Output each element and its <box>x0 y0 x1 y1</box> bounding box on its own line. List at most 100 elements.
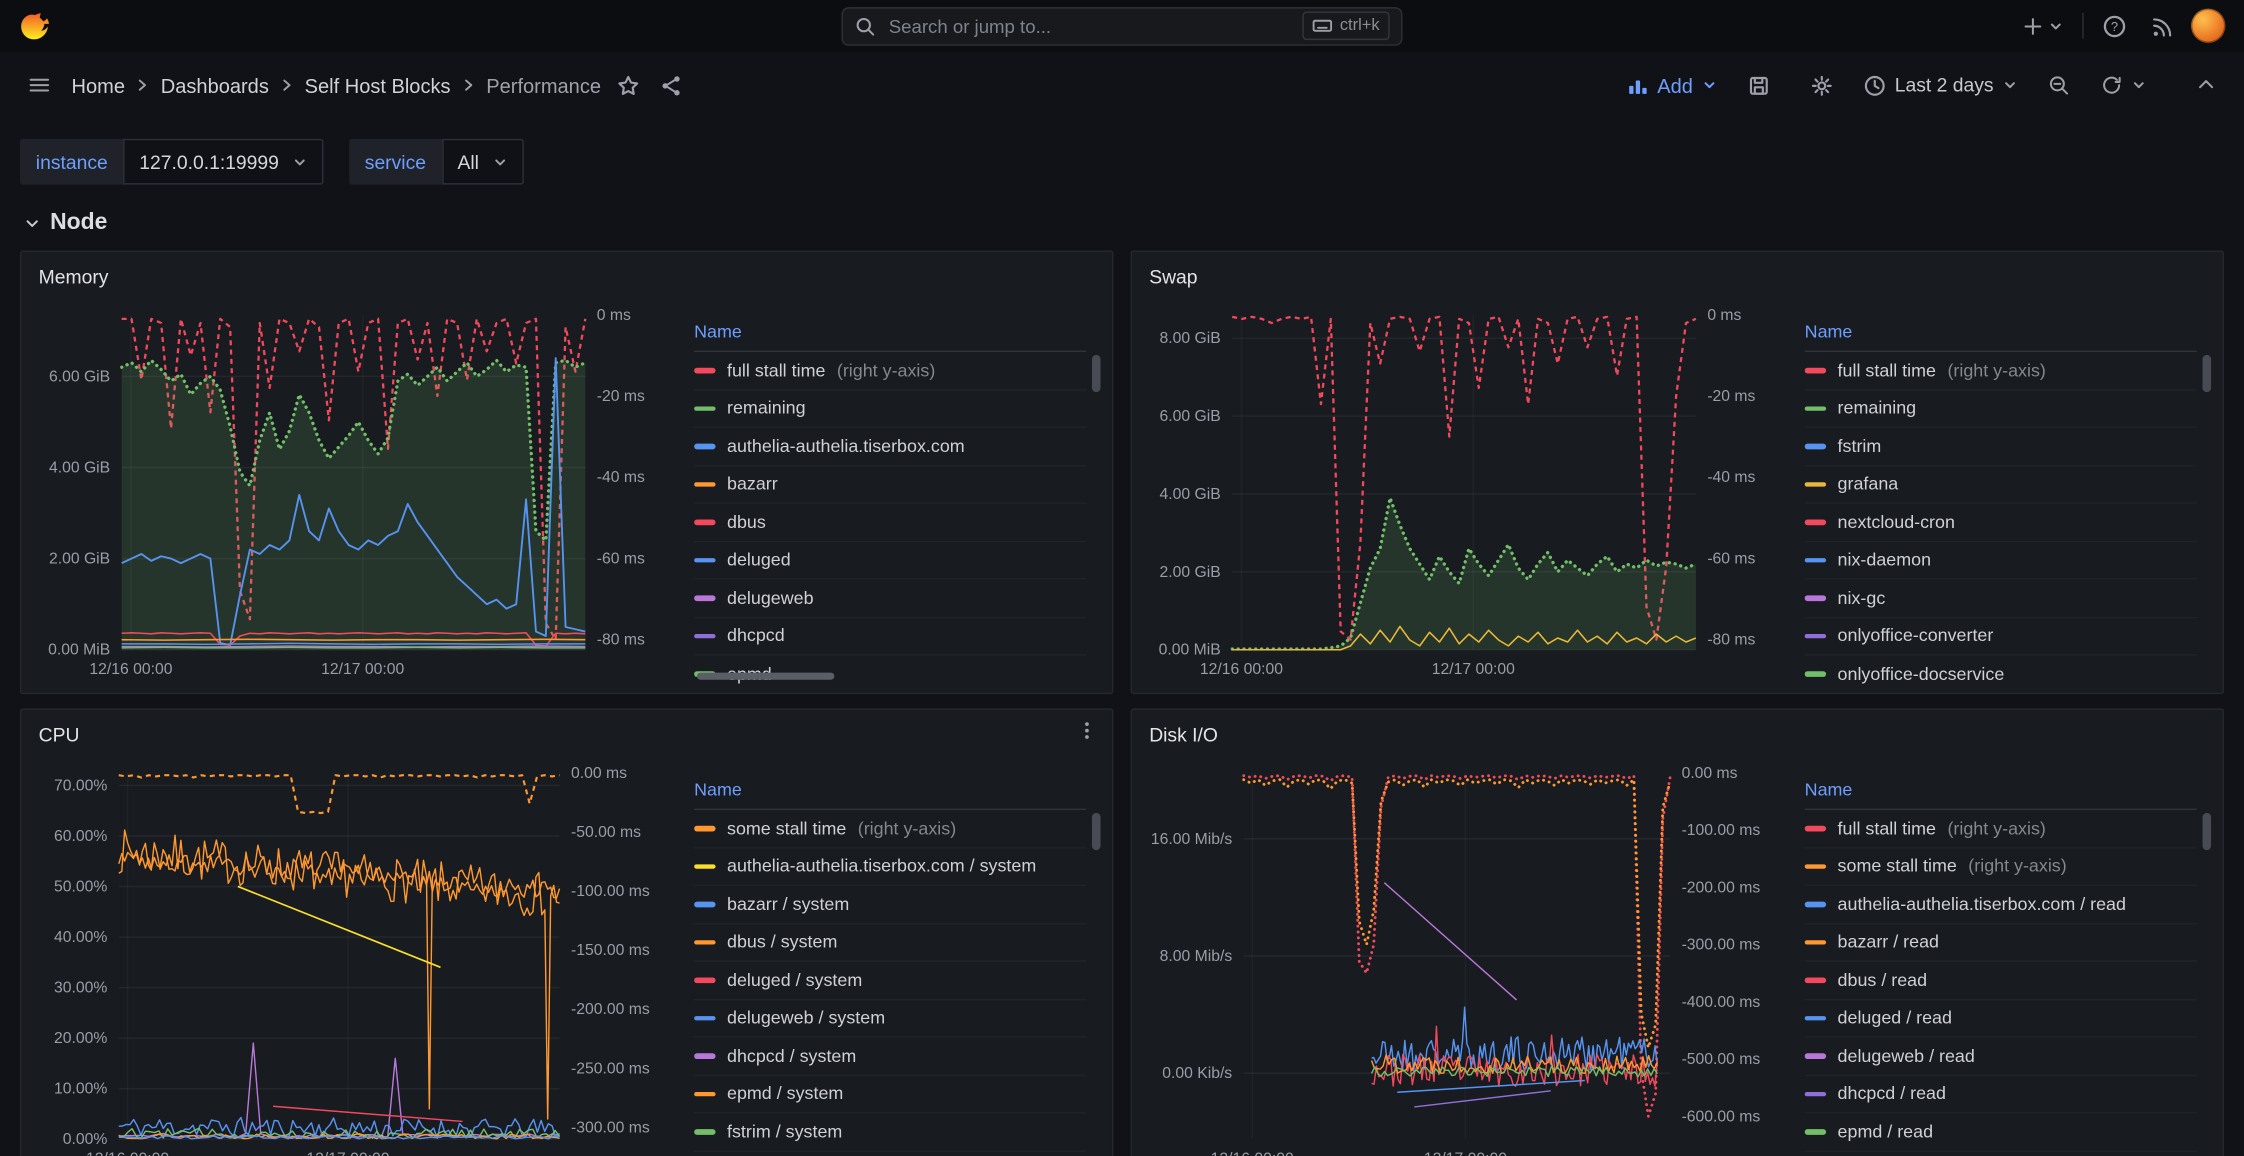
legend-scrollbar[interactable] <box>1092 813 1101 850</box>
chart-disk-io[interactable]: 0.00 Kib/s8.00 Mib/s16.00 Mib/s0.00 ms-1… <box>1146 758 1790 1156</box>
legend-label[interactable]: nix-daemon <box>1838 550 1931 570</box>
legend-label[interactable]: some stall time <box>1838 856 1957 876</box>
panel-menu-button[interactable] <box>1076 720 1097 749</box>
svg-text:-50.00 ms: -50.00 ms <box>571 824 641 841</box>
legend-label[interactable]: bazarr / read <box>1838 932 1939 952</box>
breadcrumb-separator <box>461 76 477 95</box>
legend-swatch <box>1805 368 1826 373</box>
legend-label[interactable]: some stall time <box>727 818 846 838</box>
legend-label[interactable]: nextcloud-cron <box>1838 512 1955 532</box>
legend-scrollbar[interactable] <box>2202 813 2211 850</box>
svg-text:40.00%: 40.00% <box>54 929 107 946</box>
variable-service-label[interactable]: service <box>349 139 442 185</box>
search-input[interactable] <box>886 14 1293 38</box>
chart-series <box>1244 776 1670 1117</box>
svg-text:0.00 ms: 0.00 ms <box>571 765 627 782</box>
legend-label[interactable]: remaining <box>1838 398 1917 418</box>
collapse-toolbar-button[interactable] <box>2184 64 2227 107</box>
save-dashboard-button[interactable] <box>1737 64 1780 107</box>
chart-cpu[interactable]: 0.00%10.00%20.00%30.00%40.00%50.00%60.00… <box>36 758 680 1156</box>
legend-label[interactable]: dbus / system <box>727 932 837 952</box>
row-node-toggle[interactable]: Node <box>23 210 2221 236</box>
chart-svg-swap[interactable]: 0.00 MiB2.00 GiB4.00 GiB6.00 GiB8.00 GiB… <box>1146 301 1790 685</box>
variable-service-value[interactable]: All <box>442 139 524 185</box>
add-panel-button[interactable]: Add <box>1627 74 1717 97</box>
topbar-divider <box>2082 13 2083 39</box>
help-button[interactable]: ? <box>2098 9 2131 42</box>
variable-instance-value[interactable]: 127.0.0.1:19999 <box>124 139 324 185</box>
legend-column-name[interactable]: Name <box>694 779 742 799</box>
panel-title[interactable]: Swap <box>1149 265 1197 286</box>
refresh-button[interactable] <box>2101 74 2147 95</box>
axis-labels: 0.00 Kib/s8.00 Mib/s16.00 Mib/s0.00 ms-1… <box>1151 765 1761 1156</box>
legend-label[interactable]: dbus / read <box>1838 970 1928 990</box>
chart-svg-cpu[interactable]: 0.00%10.00%20.00%30.00%40.00%50.00%60.00… <box>36 758 680 1156</box>
legend-label[interactable]: full stall time <box>727 360 825 380</box>
legend-column-name[interactable]: Name <box>1805 321 1853 341</box>
global-search[interactable]: ctrl+k <box>841 6 1402 45</box>
legend-label[interactable]: delugeweb / read <box>1838 1046 1975 1066</box>
user-avatar[interactable] <box>2191 9 2225 43</box>
legend-label[interactable]: nix-gc <box>1838 588 1886 608</box>
legend-label[interactable]: fstrim <box>1838 436 1882 456</box>
chevron-right-icon <box>135 76 151 95</box>
legend-row: dhcpcd / system <box>694 1038 1086 1076</box>
legend-label[interactable]: bazarr <box>727 474 778 494</box>
legend-label[interactable]: onlyoffice-docservice <box>1838 664 2005 684</box>
legend-swatch <box>1805 633 1826 638</box>
breadcrumb-folder[interactable]: Self Host Blocks <box>305 74 451 97</box>
chart-svg-disk-io[interactable]: 0.00 Kib/s8.00 Mib/s16.00 Mib/s0.00 ms-1… <box>1146 758 1790 1156</box>
legend-label-suffix: (right y-axis) <box>1947 818 2045 838</box>
legend-label[interactable]: authelia-authelia.tiserbox.com / read <box>1838 894 2126 914</box>
breadcrumb-dashboards[interactable]: Dashboards <box>161 74 269 97</box>
legend-label[interactable]: dhcpcd <box>727 626 785 646</box>
new-menu-button[interactable] <box>2018 11 2068 41</box>
legend-label[interactable]: full stall time <box>1838 360 1936 380</box>
legend-label[interactable]: fstrim / system <box>727 1122 842 1142</box>
legend-label[interactable]: authelia-authelia.tiserbox.com / system <box>727 856 1036 876</box>
panel-title[interactable]: Memory <box>39 265 109 286</box>
legend-label[interactable]: authelia-authelia.tiserbox.com <box>727 436 965 456</box>
legend-column-name[interactable]: Name <box>1805 779 1853 799</box>
legend-label[interactable]: epmd / system <box>727 1084 843 1104</box>
legend-label[interactable]: bazarr / system <box>727 894 849 914</box>
legend-label[interactable]: dhcpcd / system <box>727 1046 856 1066</box>
add-label: Add <box>1657 74 1693 97</box>
chart-memory[interactable]: 0.00 MiB2.00 GiB4.00 GiB6.00 GiB0 ms-20 … <box>36 301 680 685</box>
legend-scrollbar[interactable] <box>1092 355 1101 392</box>
legend-label[interactable]: deluged / system <box>727 970 862 990</box>
breadcrumb-home[interactable]: Home <box>72 74 125 97</box>
share-button[interactable] <box>650 64 693 107</box>
zoom-out-button[interactable] <box>2038 64 2081 107</box>
legend-label[interactable]: remaining <box>727 398 806 418</box>
legend-label[interactable]: deluged / read <box>1838 1008 1952 1028</box>
dashboard-settings-button[interactable] <box>1800 64 1843 107</box>
variable-instance-label[interactable]: instance <box>20 139 123 185</box>
chart-svg-memory[interactable]: 0.00 MiB2.00 GiB4.00 GiB6.00 GiB0 ms-20 … <box>36 301 680 685</box>
panel-title[interactable]: Disk I/O <box>1149 723 1218 744</box>
legend-label[interactable]: grafana <box>1838 474 1899 494</box>
svg-text:20.00%: 20.00% <box>54 1030 107 1047</box>
time-range-picker[interactable]: Last 2 days <box>1863 74 2018 97</box>
mega-menu-button[interactable] <box>17 64 60 107</box>
legend-label[interactable]: epmd / read <box>1838 1122 1933 1142</box>
legend-label[interactable]: delugeweb <box>727 588 814 608</box>
chart-swap[interactable]: 0.00 MiB2.00 GiB4.00 GiB6.00 GiB8.00 GiB… <box>1146 301 1790 685</box>
legend-label[interactable]: onlyoffice-converter <box>1838 626 1994 646</box>
news-button[interactable] <box>2145 10 2176 41</box>
legend-column-name[interactable]: Name <box>694 321 742 341</box>
legend-scrollbar[interactable] <box>2202 355 2211 392</box>
panel-title[interactable]: CPU <box>39 723 80 744</box>
legend-hscrollbar[interactable] <box>697 673 834 680</box>
legend-label[interactable]: dbus <box>727 512 766 532</box>
grafana-app: ctrl+k ? <box>0 0 2244 1156</box>
svg-text:12/16 00:00: 12/16 00:00 <box>1200 661 1283 678</box>
legend-label[interactable]: full stall time <box>1838 818 1936 838</box>
search-shortcut-badge: ctrl+k <box>1303 11 1390 40</box>
svg-text:6.00 GiB: 6.00 GiB <box>1160 408 1221 425</box>
grafana-logo-icon[interactable] <box>19 9 52 42</box>
legend-label[interactable]: delugeweb / system <box>727 1008 885 1028</box>
legend-label[interactable]: dhcpcd / read <box>1838 1084 1946 1104</box>
legend-label[interactable]: deluged <box>727 550 791 570</box>
favorite-button[interactable] <box>607 64 650 107</box>
